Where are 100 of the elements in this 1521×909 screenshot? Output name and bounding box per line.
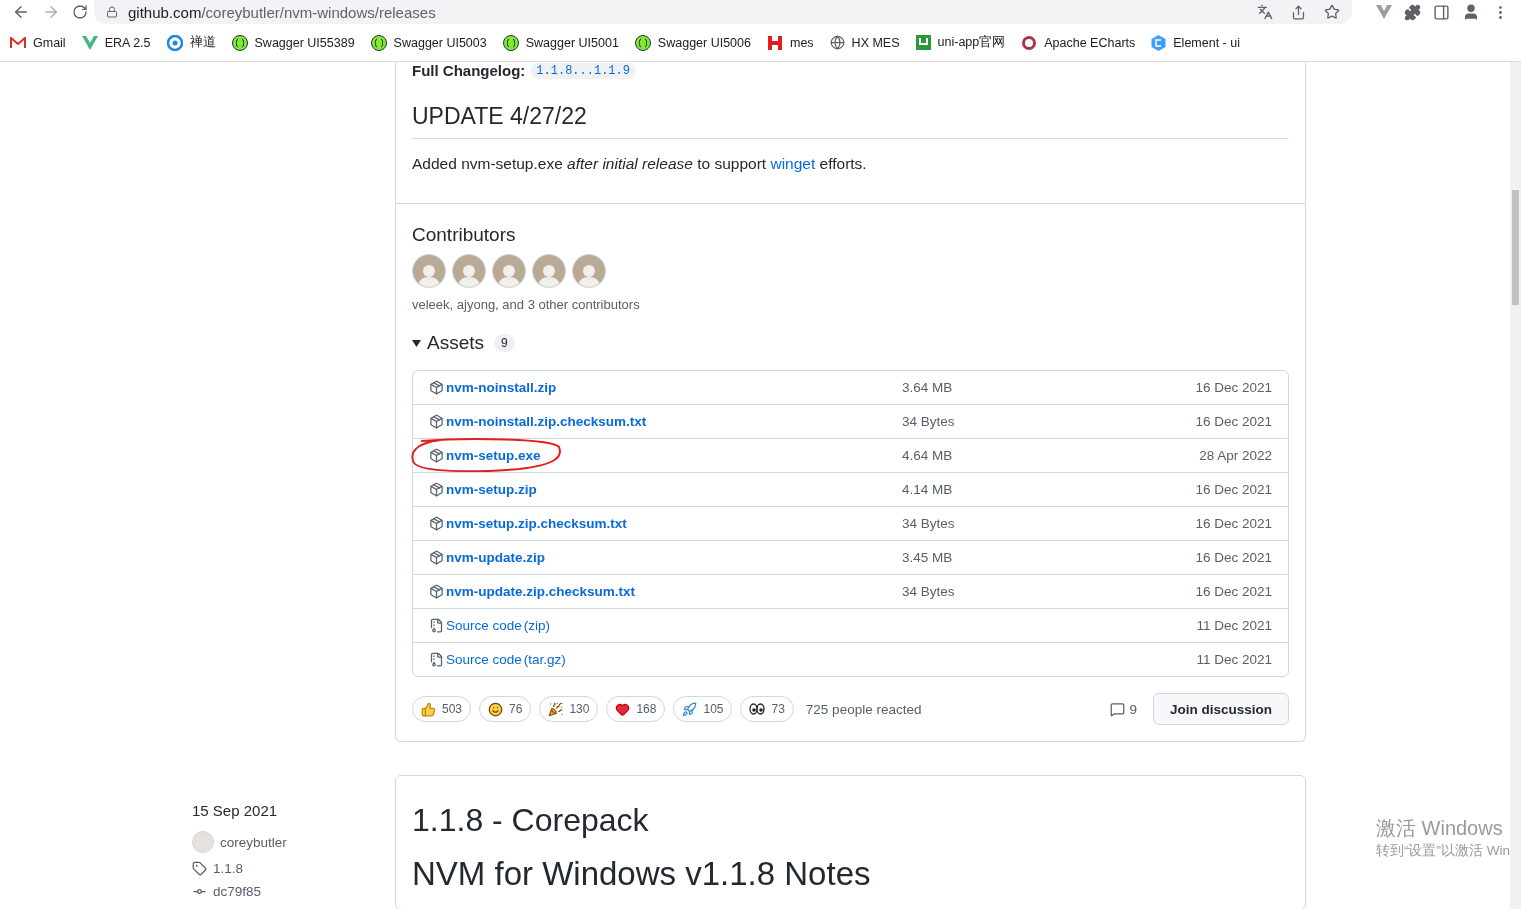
asset-link[interactable]: nvm-noinstall.zip	[429, 380, 557, 395]
file-zip-icon	[429, 652, 444, 667]
join-discussion-button[interactable]: Join discussion	[1152, 693, 1289, 725]
bookmark[interactable]: Swagger UI55389	[223, 34, 363, 51]
star-icon[interactable]	[1324, 4, 1340, 20]
asset-size: 34 Bytes	[902, 516, 956, 531]
v-logo-icon	[81, 35, 98, 50]
ring-logo-icon	[1021, 34, 1038, 51]
update-paragraph: Added nvm-setup.exe after initial release to support winget efforts.	[412, 155, 868, 173]
bookmark[interactable]: Gmail	[2, 35, 74, 50]
bookmark[interactable]: Swagger UI5001	[494, 34, 627, 51]
reaction-button[interactable]: 73	[740, 696, 794, 722]
assets-toggle[interactable]: Assets 9	[412, 332, 515, 354]
asset-date: 16 Dec 2021	[1194, 482, 1272, 497]
package-icon	[429, 584, 444, 599]
avatar[interactable]	[532, 254, 566, 288]
asset-date: 28 Apr 2022	[1198, 448, 1272, 463]
eyes-icon	[749, 703, 766, 715]
reload-icon	[72, 4, 88, 20]
asset-date: 16 Dec 2021	[1194, 584, 1272, 599]
asset-size: 34 Bytes	[902, 584, 956, 599]
address-bar[interactable]: github.com/coreybutler/nvm-windows/releases	[94, 0, 1352, 24]
scrollbar[interactable]	[1510, 62, 1521, 909]
braces-logo-icon	[634, 34, 651, 51]
comments-link[interactable]: 9	[1110, 701, 1137, 717]
asset-date: 16 Dec 2021	[1194, 516, 1272, 531]
asset-link[interactable]: nvm-noinstall.zip.checksum.txt	[429, 414, 647, 429]
bookmark[interactable]: mes	[759, 34, 822, 51]
bookmark[interactable]: uni-app官网	[907, 34, 1014, 51]
bookmark[interactable]: Swagger UI5006	[626, 34, 759, 51]
bookmark[interactable]: Apache ECharts	[1013, 34, 1144, 51]
winget-link[interactable]: winget	[770, 155, 816, 172]
reaction-button[interactable]: 168	[606, 696, 666, 722]
reacted-text: 725 people reacted	[805, 701, 922, 717]
hexagon-logo-icon	[1151, 34, 1167, 51]
mail-icon	[10, 36, 26, 49]
avatar[interactable]	[492, 254, 526, 288]
heart-icon	[615, 701, 631, 717]
asset-date: 16 Dec 2021	[1194, 380, 1272, 395]
smile-icon	[488, 701, 504, 717]
contributors-heading: Contributors	[412, 224, 517, 246]
party-popper-icon	[548, 701, 564, 717]
author-avatar	[192, 831, 214, 853]
caret-icon	[412, 338, 421, 348]
bookmark[interactable]: Element - ui	[1143, 34, 1248, 51]
changelog-label: Full Changelog:	[412, 62, 526, 79]
asset-size: 4.14 MB	[902, 482, 954, 497]
asset-link[interactable]: nvm-update.zip.checksum.txt	[429, 584, 636, 599]
changelog-link[interactable]: 1.1.8...1.1.9	[531, 62, 635, 79]
rocket-icon	[682, 701, 698, 717]
asset-date: 16 Dec 2021	[1194, 414, 1272, 429]
comment-icon	[1110, 701, 1126, 717]
braces-logo-icon	[502, 34, 519, 51]
u-logo-icon	[915, 35, 931, 50]
avatar[interactable]	[572, 254, 606, 288]
reaction-button[interactable]: 105	[673, 696, 733, 722]
asset-link[interactable]: nvm-update.zip	[429, 550, 545, 565]
asset-date: 11 Dec 2021	[1195, 618, 1272, 633]
avatar[interactable]	[452, 254, 486, 288]
braces-logo-icon	[370, 34, 387, 51]
share-icon[interactable]	[1291, 4, 1306, 20]
package-icon	[429, 550, 444, 565]
asset-size: 3.64 MB	[902, 380, 954, 395]
asset-size: 34 Bytes	[902, 414, 956, 429]
file-zip-icon	[429, 618, 444, 633]
tag-link[interactable]: 1.1.8	[192, 861, 395, 876]
bookmark[interactable]: Swagger UI5003	[362, 34, 495, 51]
activation-subtitle: 转到“设置”以激活 Win	[1376, 842, 1510, 860]
asset-link[interactable]: nvm-setup.zip.checksum.txt	[429, 516, 627, 531]
asset-link[interactable]: Source code(zip)	[429, 618, 551, 633]
release-title: 1.1.8 - Corepack	[412, 802, 650, 839]
release-date: 15 Sep 2021	[192, 802, 279, 819]
globe-icon	[829, 35, 845, 50]
package-icon	[429, 482, 444, 497]
reaction-button[interactable]: 130	[539, 696, 599, 722]
contributors-text: veleek, ajyong, and 3 other contributors	[412, 297, 641, 312]
asset-size: 3.45 MB	[902, 550, 954, 565]
package-icon	[429, 380, 444, 395]
h-logo-icon	[767, 34, 783, 51]
asset-link[interactable]: nvm-setup.zip	[429, 482, 537, 497]
assets-count: 9	[494, 334, 515, 352]
asset-date: 16 Dec 2021	[1194, 550, 1272, 565]
update-heading: UPDATE 4/27/22	[412, 103, 1289, 139]
bookmark[interactable]: 禅道	[158, 34, 224, 51]
asset-link[interactable]: nvm-setup.exe	[429, 448, 541, 463]
avatar[interactable]	[412, 254, 446, 288]
swirl-logo-icon	[166, 34, 183, 51]
reaction-button[interactable]: 76	[479, 696, 532, 722]
forward-arrow-icon	[42, 3, 60, 21]
reaction-button[interactable]: 503	[412, 696, 472, 722]
bookmark[interactable]: ERA 2.5	[73, 35, 159, 50]
bookmark[interactable]: HX MES	[821, 35, 908, 50]
tag-icon	[192, 861, 207, 876]
commit-link[interactable]: dc79f85	[192, 884, 395, 899]
asset-link[interactable]: Source code(tar.gz)	[429, 652, 566, 667]
url-text: github.com/coreybutler/nvm-windows/releases	[128, 3, 436, 21]
translate-icon[interactable]	[1257, 4, 1273, 20]
lock-icon	[106, 6, 118, 18]
author-link[interactable]: coreybutler	[192, 831, 395, 853]
package-icon	[429, 516, 444, 531]
